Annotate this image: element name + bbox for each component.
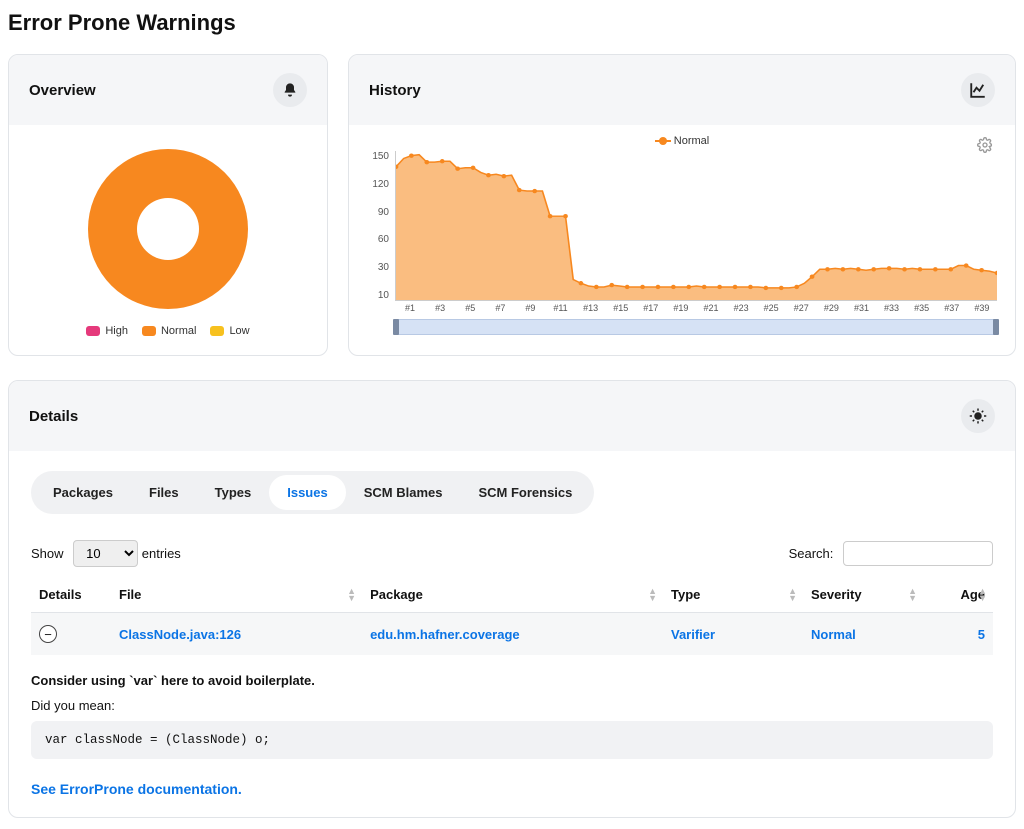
details-card: Details PackagesFilesTypesIssuesSCM Blam… [8, 380, 1016, 818]
col-details[interactable]: Details [31, 577, 111, 613]
overview-header: Overview [9, 55, 327, 125]
history-chart-button[interactable] [961, 73, 995, 107]
issue-hint: Did you mean: [31, 698, 993, 713]
show-label: Show [31, 546, 64, 561]
legend-normal-label: Normal [161, 325, 196, 337]
swatch-normal [142, 326, 156, 336]
overview-title: Overview [29, 82, 96, 99]
search-label: Search: [789, 546, 834, 561]
overview-card: Overview High Normal Low [8, 54, 328, 356]
tab-packages[interactable]: Packages [35, 475, 131, 510]
swatch-high [86, 326, 100, 336]
file-link[interactable]: ClassNode.java:126 [119, 627, 241, 642]
chart-plot[interactable] [395, 151, 997, 301]
legend-normal[interactable]: Normal [142, 325, 196, 337]
history-legend-label[interactable]: Normal [674, 135, 709, 147]
doc-link-wrap: See ErrorProne documentation. [9, 763, 1015, 817]
history-card: History Normal 15012090603010 #1#3#5#7#9… [348, 54, 1016, 356]
tab-scm-forensics[interactable]: SCM Forensics [460, 475, 590, 510]
details-title: Details [29, 408, 78, 425]
tab-files[interactable]: Files [131, 475, 197, 510]
tab-issues[interactable]: Issues [269, 475, 345, 510]
tab-types[interactable]: Types [197, 475, 270, 510]
col-package[interactable]: Package▲▼ [362, 577, 663, 613]
package-link[interactable]: edu.hm.hafner.coverage [370, 627, 520, 642]
donut-legend: High Normal Low [86, 325, 249, 337]
details-icon-button[interactable] [961, 399, 995, 433]
issues-table: Details File▲▼ Package▲▼ Type▲▼ Severity… [31, 577, 993, 655]
detail-tabs: PackagesFilesTypesIssuesSCM BlamesSCM Fo… [31, 471, 594, 514]
col-severity[interactable]: Severity▲▼ [803, 577, 923, 613]
history-legend: Normal [367, 135, 997, 147]
top-row: Overview High Normal Low History [8, 54, 1016, 356]
legend-high[interactable]: High [86, 325, 128, 337]
y-axis-labels: 15012090603010 [367, 151, 395, 301]
col-type[interactable]: Type▲▼ [663, 577, 803, 613]
col-age[interactable]: Age▲▼ [923, 577, 993, 613]
overview-body: High Normal Low [9, 125, 327, 355]
search-control: Search: [789, 541, 993, 566]
swatch-low [210, 326, 224, 336]
table-controls: Show 10 entries Search: [9, 522, 1015, 577]
legend-low[interactable]: Low [210, 325, 249, 337]
history-chart[interactable]: 15012090603010 [367, 151, 997, 301]
issue-message: Consider using `var` here to avoid boile… [31, 673, 993, 688]
legend-high-label: High [105, 325, 128, 337]
collapse-row-button[interactable]: − [39, 625, 57, 643]
documentation-link[interactable]: See ErrorProne documentation. [31, 781, 242, 797]
entries-label: entries [142, 546, 181, 561]
legend-low-label: Low [229, 325, 249, 337]
page-size-select[interactable]: 10 [73, 540, 138, 567]
legend-marker-icon [655, 140, 671, 142]
history-title: History [369, 82, 421, 99]
age-link[interactable]: 5 [978, 627, 985, 642]
chart-range-scrubber[interactable] [395, 319, 997, 335]
history-header: History [349, 55, 1015, 125]
details-header: Details [9, 381, 1015, 451]
x-axis-labels: #1#3#5#7#9#11#13#15#17#19#21#23#25#27#29… [367, 303, 997, 313]
bug-icon [969, 407, 987, 425]
col-file[interactable]: File▲▼ [111, 577, 362, 613]
type-link[interactable]: Varifier [671, 627, 715, 642]
severity-donut-chart[interactable] [88, 149, 248, 309]
table-head: Details File▲▼ Package▲▼ Type▲▼ Severity… [31, 577, 993, 613]
tabs-wrap: PackagesFilesTypesIssuesSCM BlamesSCM Fo… [9, 451, 1015, 522]
search-input[interactable] [843, 541, 993, 566]
issue-detail: Consider using `var` here to avoid boile… [9, 655, 1015, 763]
code-suggestion: var classNode = (ClassNode) o; [31, 721, 993, 759]
page-size-control: Show 10 entries [31, 540, 181, 567]
page-title: Error Prone Warnings [8, 10, 1016, 36]
severity-link[interactable]: Normal [811, 627, 856, 642]
bell-icon [282, 82, 298, 98]
tab-scm-blames[interactable]: SCM Blames [346, 475, 461, 510]
notifications-button[interactable] [273, 73, 307, 107]
line-chart-icon [969, 81, 987, 99]
history-body: Normal 15012090603010 #1#3#5#7#9#11#13#1… [349, 125, 1015, 341]
table-row: − ClassNode.java:126 edu.hm.hafner.cover… [31, 613, 993, 656]
